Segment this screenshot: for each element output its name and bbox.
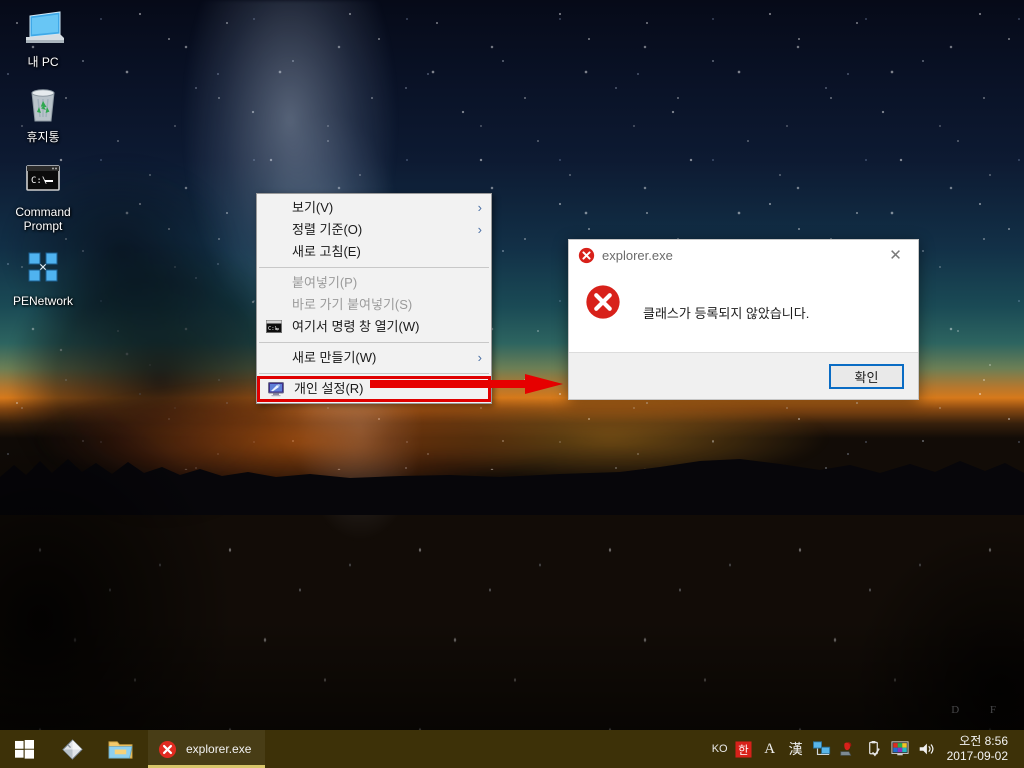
desktop-icon-penetwork[interactable]: PENetwork <box>4 243 82 308</box>
desktop[interactable]: D F 내 PC 휴지통 C:\ Command Prompt PENetwor… <box>0 0 1024 768</box>
context-menu-item-label: 여기서 명령 창 열기(W) <box>292 319 420 334</box>
context-menu-item-new[interactable]: 새로 만들기(W) › <box>257 347 491 369</box>
tray-display-color-icon[interactable] <box>889 740 911 758</box>
desktop-icon-label: 내 PC <box>27 55 59 69</box>
clock-date: 2017-09-02 <box>946 749 1008 763</box>
annotation-arrow-icon <box>370 374 563 394</box>
dialog-body: 클래스가 등록되지 않았습니다. <box>569 270 918 352</box>
clock-time: 오전 8:56 <box>959 734 1008 748</box>
desktop-icon-label: Command Prompt <box>15 205 71 233</box>
tray-ime-hanja-label: 漢 <box>788 742 803 758</box>
tray-volume-icon[interactable] <box>915 740 937 758</box>
chevron-right-icon: › <box>477 350 482 365</box>
taskbar-pinned-file-explorer[interactable] <box>96 730 144 768</box>
file-explorer-icon <box>108 740 132 759</box>
tray-network-icon[interactable] <box>811 740 833 758</box>
context-menu-item-label: 붙여넣기(P) <box>292 275 358 290</box>
error-circle-icon <box>586 285 620 319</box>
display-color-icon <box>891 741 909 756</box>
context-menu-item-label: 보기(V) <box>292 200 334 215</box>
taskbar-task-explorer-exe[interactable]: explorer.exe <box>148 730 266 768</box>
context-menu-separator <box>259 267 489 268</box>
error-circle-icon <box>158 740 177 758</box>
context-menu-item-label: 개인 설정(R) <box>294 381 364 396</box>
error-circle-icon <box>578 247 595 263</box>
this-pc-icon <box>26 11 64 43</box>
svg-text:C:\: C:\ <box>31 176 47 186</box>
tray-usb-safely-remove-icon[interactable] <box>863 740 885 758</box>
tray-ime-hanja-icon[interactable]: 漢 <box>785 739 807 759</box>
desktop-icon-this-pc[interactable]: 내 PC <box>4 4 82 69</box>
tray-ime-alpha-icon[interactable]: A <box>759 741 781 758</box>
dialog-footer: 확인 <box>569 352 918 399</box>
network-icon <box>812 741 830 755</box>
error-dialog[interactable]: explorer.exe ✕ 클래스가 등록되지 않았습니다. 확인 <box>568 239 919 400</box>
personalization-icon <box>268 382 284 397</box>
hardware-device-icon <box>840 742 851 756</box>
tray-language-indicator[interactable]: KO <box>712 743 728 755</box>
taskbar[interactable]: explorer.exe KO 한 A 漢 오전 8:56 2017-09-02 <box>0 730 1024 768</box>
system-tray[interactable]: KO 한 A 漢 오전 8:56 2017-09-02 <box>706 730 1024 768</box>
tray-hardware-device-icon[interactable] <box>837 740 859 758</box>
context-menu-item-open-command-window[interactable]: C:\ 여기서 명령 창 열기(W) <box>257 316 491 338</box>
command-prompt-icon: C:\ <box>266 320 282 333</box>
desktop-icon-label: 휴지통 <box>26 130 60 144</box>
taskbar-clock[interactable]: 오전 8:56 2017-09-02 <box>939 734 1020 764</box>
ok-button[interactable]: 확인 <box>829 363 904 389</box>
desktop-icon-recycle-bin[interactable]: 휴지통 <box>4 79 82 144</box>
context-menu-item-sort-by[interactable]: 정렬 기준(O) › <box>257 219 491 241</box>
context-menu-separator <box>259 342 489 343</box>
context-menu-item-label: 정렬 기준(O) <box>292 222 363 237</box>
context-menu-item-label: 바로 가기 붙여넣기(S) <box>292 297 413 312</box>
context-menu-item-refresh[interactable]: 새로 고침(E) <box>257 241 491 263</box>
wallpaper-watermark: D F <box>951 704 1010 716</box>
context-menu-item-label: 새로 만들기(W) <box>292 350 377 365</box>
close-icon[interactable]: ✕ <box>873 240 918 270</box>
volume-icon <box>919 743 934 755</box>
context-menu-item-paste: 붙여넣기(P) <box>257 272 491 294</box>
recycle-bin-icon <box>31 89 55 122</box>
gem-icon <box>61 738 83 760</box>
svg-text:한: 한 <box>738 742 749 756</box>
chevron-right-icon: › <box>477 200 482 215</box>
context-menu-item-view[interactable]: 보기(V) › <box>257 197 491 219</box>
tray-ime-alpha-label: A <box>764 740 776 757</box>
command-prompt-icon: C:\ <box>26 165 60 191</box>
usb-safely-remove-icon <box>869 740 880 756</box>
dialog-message: 클래스가 등록되지 않았습니다. <box>643 306 810 321</box>
taskbar-pinned-gem[interactable] <box>48 730 96 768</box>
start-button[interactable] <box>0 730 48 768</box>
windows-start-icon <box>14 739 34 759</box>
context-menu-item-label: 새로 고침(E) <box>292 244 361 259</box>
taskbar-task-label: explorer.exe <box>186 742 252 756</box>
dialog-title: explorer.exe <box>602 247 673 263</box>
context-menu-item-paste-shortcut: 바로 가기 붙여넣기(S) <box>257 294 491 316</box>
dialog-title-bar: explorer.exe ✕ <box>569 240 918 270</box>
desktop-icon-grid: 내 PC 휴지통 C:\ Command Prompt PENetwork <box>0 4 86 318</box>
desktop-icon-command-prompt[interactable]: C:\ Command Prompt <box>4 154 82 233</box>
chevron-right-icon: › <box>477 222 482 237</box>
tray-ime-hangul-icon[interactable]: 한 <box>733 740 755 758</box>
penetwork-icon <box>28 252 58 282</box>
desktop-icon-label: PENetwork <box>12 294 74 308</box>
